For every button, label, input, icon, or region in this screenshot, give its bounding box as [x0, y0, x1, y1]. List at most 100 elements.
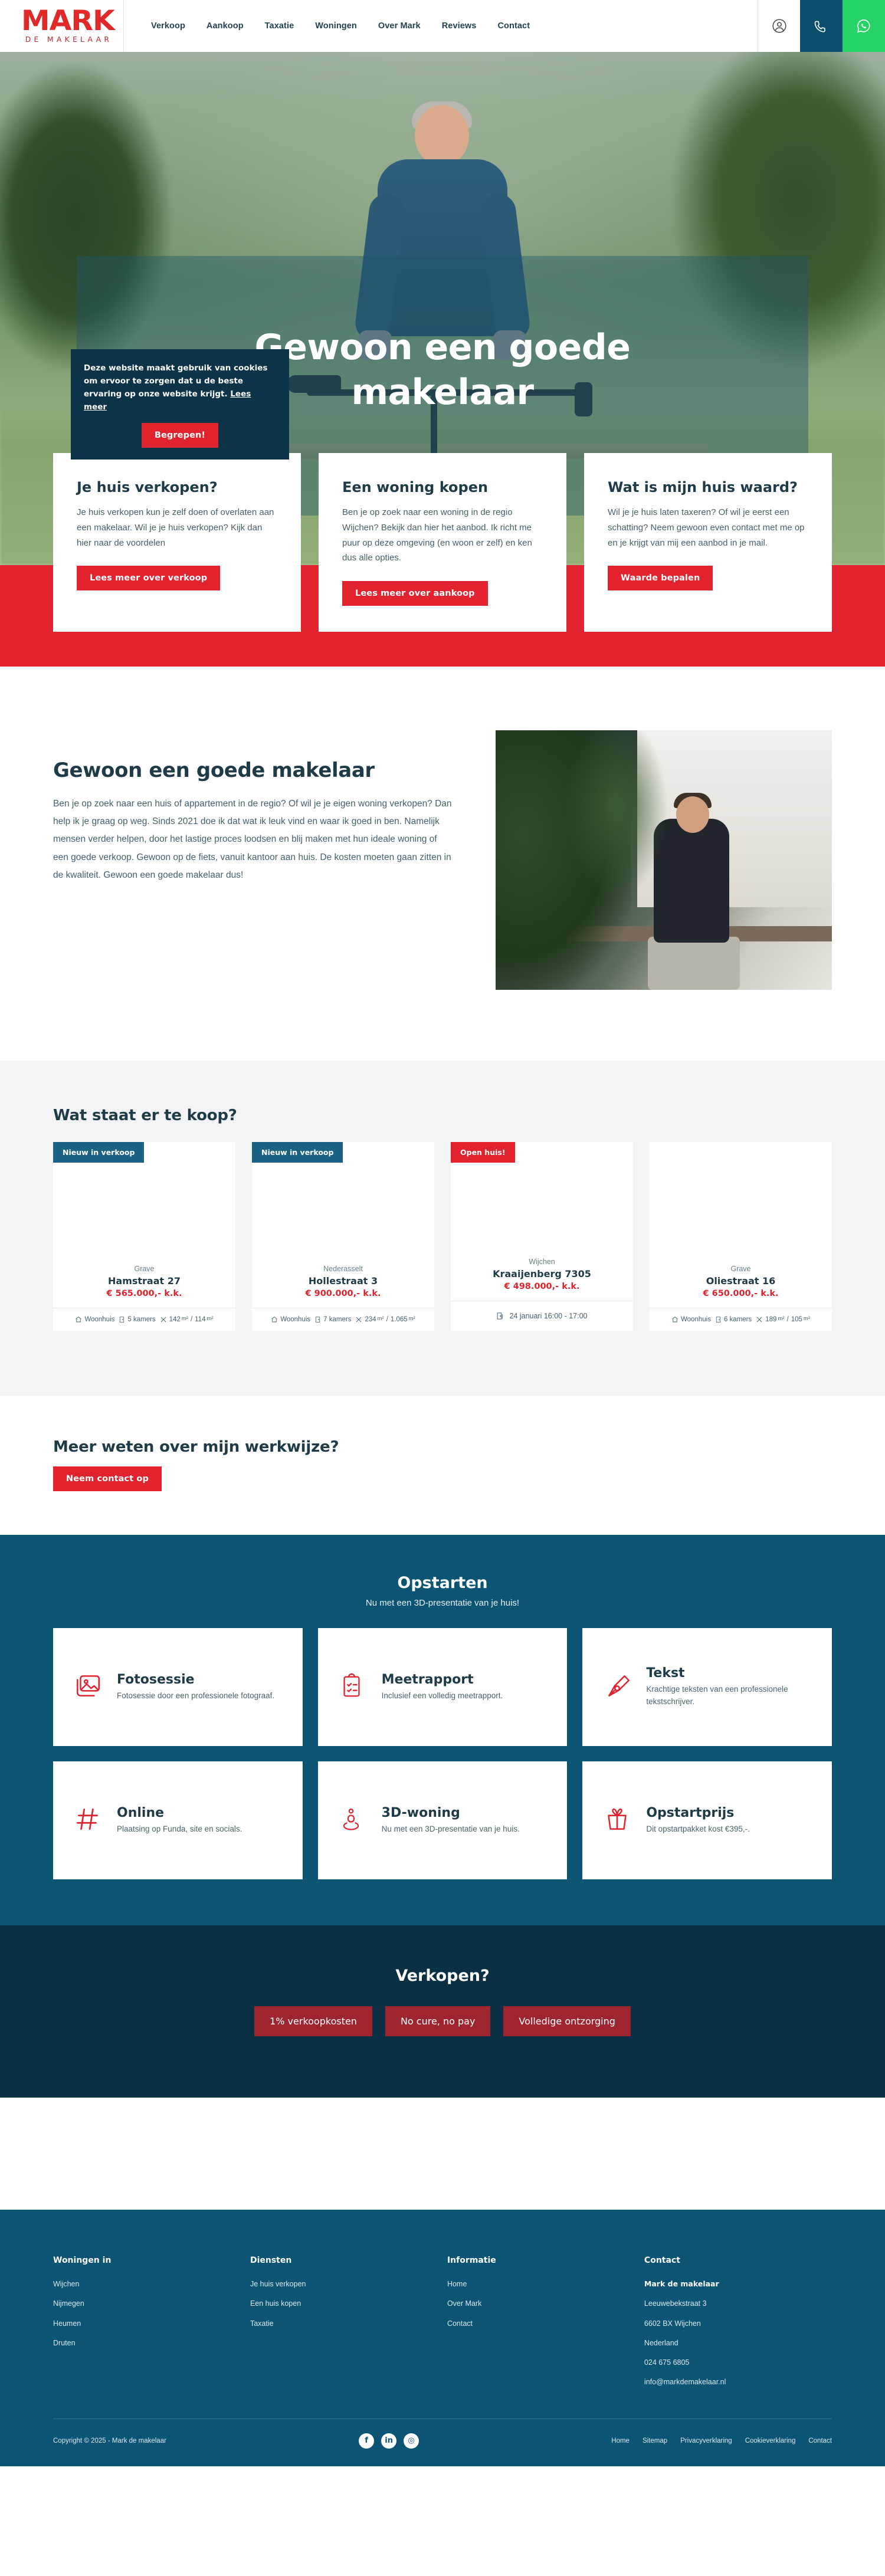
info-cards-row: Je huis verkopen? Je huis verkopen kun j… — [53, 349, 832, 632]
property-card[interactable]: Grave Oliestraat 16 € 650.000,- k.k. Woo… — [650, 1142, 832, 1331]
property-living-area: 189 — [765, 1315, 777, 1323]
feature-desc: Nu met een 3D-presentatie van je huis. — [381, 1824, 520, 1833]
legal-link-home[interactable]: Home — [611, 2437, 630, 2444]
feature-desc: Dit opstartpakket kost €395,-. — [646, 1824, 750, 1833]
footer-link-contact[interactable]: Contact — [447, 2319, 644, 2328]
listings-title: Wat staat er te koop? — [53, 1107, 237, 1124]
about-section: Gewoon een goede makelaar Ben je op zoek… — [0, 667, 885, 1061]
property-card[interactable]: Nieuw in verkoop Nederasselt Hollestraat… — [252, 1142, 434, 1331]
area-unit: m² — [803, 1315, 810, 1322]
property-type: Woonhuis — [681, 1315, 711, 1323]
linkedin-icon[interactable]: in — [381, 2433, 397, 2449]
area-unit: m² — [408, 1315, 415, 1322]
hashtag-icon — [73, 1804, 105, 1837]
opstarten-title: Opstarten — [397, 1574, 488, 1592]
site-logo[interactable]: MARK DE MAKELAAR — [0, 0, 124, 52]
area-unit: m² — [778, 1315, 785, 1322]
feature-title: Opstartprijs — [646, 1805, 735, 1820]
werkwijze-title: Meer weten over mijn werkwijze? — [53, 1438, 339, 1456]
property-card[interactable]: Nieuw in verkoop Grave Hamstraat 27 € 56… — [53, 1142, 235, 1331]
footer-link-druten[interactable]: Druten — [53, 2338, 250, 2348]
whatsapp-icon — [857, 19, 870, 33]
property-meta: Woonhuis 6 kamers 189 m² / 105 m² — [650, 1307, 832, 1331]
facebook-icon[interactable]: f — [359, 2433, 375, 2449]
footer-link-wijchen[interactable]: Wijchen — [53, 2279, 250, 2289]
property-city: Grave — [730, 1264, 751, 1273]
door-icon — [120, 1317, 124, 1323]
footer-link-heumen[interactable]: Heumen — [53, 2319, 250, 2328]
property-plot-area: 114 — [195, 1315, 206, 1323]
opstarten-subtitle: Nu met een 3D-presentatie van je huis! — [365, 1598, 520, 1608]
feature-title: Tekst — [646, 1666, 685, 1681]
feature-card-online: Online Plaatsing op Funda, site en socia… — [53, 1761, 303, 1879]
info-card-waarde: Wat is mijn huis waard? Wil je je huis l… — [584, 453, 832, 632]
feature-desc: Krachtige teksten van een professionele … — [646, 1685, 788, 1706]
footer-column-contact: Contact Mark de makelaar Leeuwebekstraat… — [644, 2256, 832, 2397]
usp-pill-no-cure-no-pay[interactable]: No cure, no pay — [385, 2006, 491, 2036]
nav-item-verkoop[interactable]: Verkoop — [151, 21, 185, 31]
copyright-text: Copyright © 2025 - Mark de makelaar — [53, 2437, 166, 2444]
feature-title: Online — [117, 1805, 165, 1820]
instagram-icon[interactable]: ◎ — [404, 2433, 419, 2449]
neem-contact-op-button[interactable]: Neem contact op — [53, 1466, 162, 1491]
area-arrows-icon — [756, 1317, 762, 1323]
verkopen-section: Verkopen? 1% verkoopkosten No cure, no p… — [0, 1925, 885, 2098]
house-icon — [672, 1316, 678, 1323]
property-card[interactable]: Open huis! Wijchen Kraaijenberg 7305 € 4… — [451, 1142, 633, 1331]
info-card-body: Ben je op zoek naar een woning in de reg… — [342, 507, 532, 563]
footer-heading: Contact — [644, 2256, 680, 2265]
footer-link-nijmegen[interactable]: Nijmegen — [53, 2299, 250, 2308]
property-city: Grave — [134, 1264, 155, 1273]
property-price: € 498.000,- k.k. — [504, 1282, 580, 1291]
location-pin-icon — [338, 1804, 370, 1837]
highlight-band: Je huis verkopen? Je huis verkopen kun j… — [0, 349, 885, 667]
cookie-accept-button[interactable]: Begrepen! — [141, 423, 219, 448]
read-more-aankoop-button[interactable]: Lees meer over aankoop — [342, 581, 488, 606]
property-city: Nederasselt — [323, 1264, 363, 1273]
account-button[interactable] — [758, 0, 800, 52]
nav-item-taxatie[interactable]: Taxatie — [265, 21, 294, 31]
legal-link-privacy[interactable]: Privacyverklaring — [680, 2437, 732, 2444]
legal-link-sitemap[interactable]: Sitemap — [643, 2437, 667, 2444]
nav-item-woningen[interactable]: Woningen — [315, 21, 357, 31]
footer-link-over-mark[interactable]: Over Mark — [447, 2299, 644, 2308]
phone-button[interactable] — [800, 0, 843, 52]
footer-link-je-huis-verkopen[interactable]: Je huis verkopen — [250, 2279, 447, 2289]
house-icon — [271, 1316, 278, 1323]
site-header: MARK DE MAKELAAR Verkoop Aankoop Taxatie… — [0, 0, 885, 52]
footer-phone-link[interactable]: 024 675 6805 — [644, 2358, 832, 2367]
property-living-area: 234 — [365, 1315, 376, 1323]
nav-item-aankoop[interactable]: Aankoop — [206, 21, 244, 31]
property-open-house-time: 24 januari 16:00 - 17:00 — [509, 1312, 588, 1320]
usp-pill-verkoopkosten[interactable]: 1% verkoopkosten — [254, 2006, 372, 2036]
waarde-bepalen-button[interactable]: Waarde bepalen — [608, 566, 713, 591]
property-price: € 650.000,- k.k. — [703, 1288, 779, 1298]
property-type: Woonhuis — [280, 1315, 311, 1323]
read-more-verkoop-button[interactable]: Lees meer over verkoop — [77, 566, 221, 591]
feature-card-meetrapport: Meetrapport Inclusief een volledig meetr… — [317, 1628, 568, 1746]
footer-heading: Informatie — [447, 2256, 496, 2265]
footer-heading: Diensten — [250, 2256, 292, 2265]
pen-nib-icon — [602, 1671, 634, 1704]
whatsapp-button[interactable] — [843, 0, 885, 52]
feature-card-tekst: Tekst Krachtige teksten van een professi… — [582, 1628, 832, 1746]
nav-item-contact[interactable]: Contact — [497, 21, 530, 31]
footer-link-taxatie[interactable]: Taxatie — [250, 2319, 447, 2328]
footer-heading: Woningen in — [53, 2256, 112, 2265]
image-icon — [73, 1671, 105, 1704]
verkopen-usp-row: 1% verkoopkosten No cure, no pay Volledi… — [0, 2006, 885, 2036]
footer-bottom-bar: Copyright © 2025 - Mark de makelaar f in… — [53, 2419, 832, 2466]
footer-email-link[interactable]: info@markdemakelaar.nl — [644, 2377, 832, 2387]
nav-item-over-mark[interactable]: Over Mark — [378, 21, 421, 31]
legal-link-cookies[interactable]: Cookieverklaring — [745, 2437, 796, 2444]
footer-link-een-huis-kopen[interactable]: Een huis kopen — [250, 2299, 447, 2308]
usp-pill-volledige-ontzorging[interactable]: Volledige ontzorging — [503, 2006, 631, 2036]
footer-link-home[interactable]: Home — [447, 2279, 644, 2289]
feature-desc: Fotosessie door een professionele fotogr… — [117, 1691, 275, 1700]
property-rooms: 7 kamers — [323, 1315, 352, 1323]
about-text-block: Gewoon een goede makelaar Ben je op zoek… — [53, 730, 454, 884]
legal-link-contact[interactable]: Contact — [808, 2437, 832, 2444]
feature-title: 3D-woning — [381, 1805, 460, 1820]
nav-item-reviews[interactable]: Reviews — [442, 21, 477, 31]
property-plot-area: 1.065 — [390, 1315, 408, 1323]
